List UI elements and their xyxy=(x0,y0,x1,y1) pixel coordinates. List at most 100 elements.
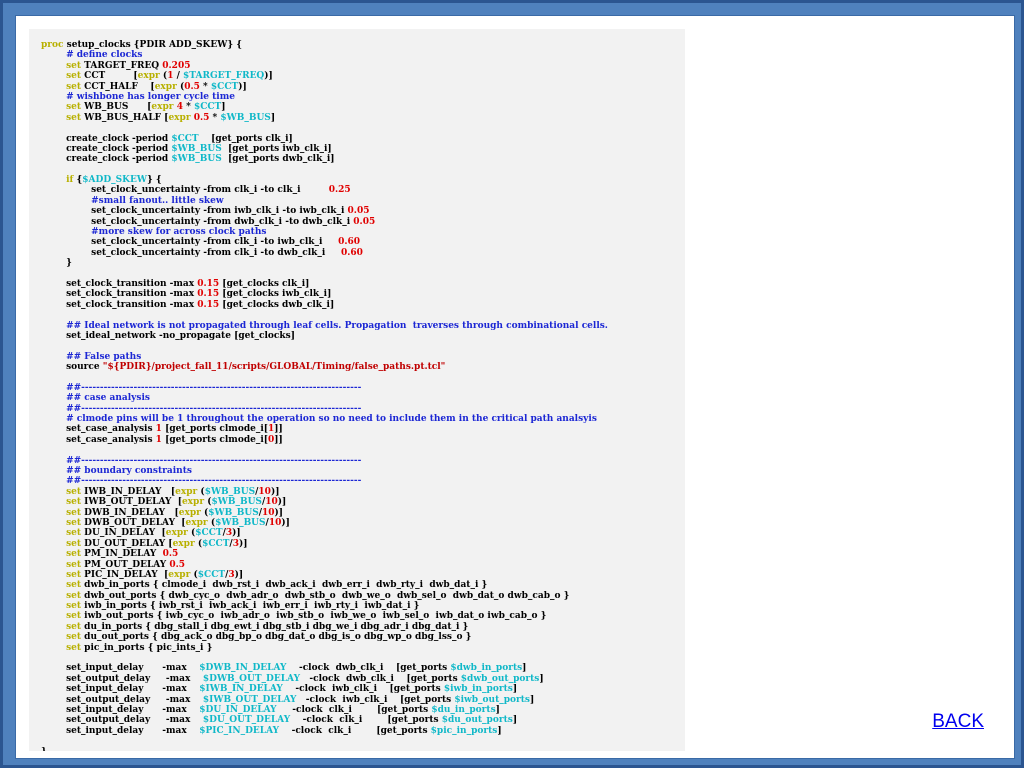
code-line: set_clock_uncertainty -from clk_i -to iw… xyxy=(41,237,608,247)
code-line: set_clock_uncertainty -from clk_i -to dw… xyxy=(41,248,608,258)
code-line: set_input_delay -max $DWB_IN_DELAY -cloc… xyxy=(41,663,608,673)
code-comment: ## False paths xyxy=(66,351,142,362)
code-number: 0.5 xyxy=(193,112,210,123)
code-text: PIC_IN_DELAY [ xyxy=(81,569,169,580)
code-keyword: expr xyxy=(168,112,191,123)
code-variable: $DU_IN_DELAY xyxy=(199,705,277,715)
code-variable: $CCT xyxy=(171,133,199,144)
code-text: TARGET_FREQ xyxy=(81,60,163,71)
code-text: )] xyxy=(264,71,273,82)
code-line: set_case_analysis 1 [get_ports clmode_i[… xyxy=(41,424,608,434)
code-line: set DWB_IN_DELAY [expr ($WB_BUS/10)] xyxy=(41,508,608,518)
code-text: CCT [ xyxy=(81,71,138,82)
code-line: set dwb_out_ports { dwb_cyc_o dwb_adr_o … xyxy=(41,591,608,601)
code-variable: $IWB_IN_DELAY xyxy=(199,684,283,695)
code-line: set_clock_transition -max 0.15 [get_cloc… xyxy=(41,289,608,299)
code-line: set_case_analysis 1 [get_ports clmode_i[… xyxy=(41,435,608,445)
code-text: [get_clocks clk_i] xyxy=(219,278,310,289)
code-comment: ## boundary constraints xyxy=(66,466,192,477)
code-line: set WB_BUS_HALF [expr 0.5 * $WB_BUS] xyxy=(41,113,608,123)
code-variable: $DWB_OUT_DELAY xyxy=(202,673,300,684)
code-text: iwb_in_ports { iwb_rst_i iwb_ack_i iwb_e… xyxy=(81,601,420,612)
code-text: )] xyxy=(232,528,241,539)
code-line: } xyxy=(41,747,608,751)
code-comment: #more skew for across clock paths xyxy=(91,227,267,238)
code-line: set_ideal_network -no_propagate [get_clo… xyxy=(41,331,608,341)
code-line: set_clock_uncertainty -from iwb_clk_i -t… xyxy=(41,206,608,216)
code-text: set_output_delay -max xyxy=(41,694,203,705)
code-variable: $dwb_in_ports xyxy=(450,663,523,674)
back-link[interactable]: BACK xyxy=(932,711,984,733)
code-text: -clock clk_i [get_ports xyxy=(279,725,431,736)
code-text: ( xyxy=(190,569,198,580)
code-line: set_clock_transition -max 0.15 [get_cloc… xyxy=(41,300,608,310)
code-text: -clock dwb_clk_i [get_ports xyxy=(286,663,451,674)
code-line: set_output_delay -max $IWB_OUT_DELAY -cl… xyxy=(41,695,608,705)
code-keyword: expr xyxy=(151,102,174,113)
code-text: -clock clk_i [get_ports xyxy=(276,705,432,715)
code-text: WB_BUS_HALF [ xyxy=(81,112,169,123)
code-keyword: set xyxy=(66,528,82,539)
code-variable: $pic_in_ports xyxy=(430,725,498,736)
code-text: create_clock -period xyxy=(41,143,172,154)
code-line: set pic_in_ports { pic_ints_i } xyxy=(41,643,608,653)
code-text: DWB_IN_DELAY [ xyxy=(81,507,179,518)
code-text: PM_IN_DELAY xyxy=(81,549,163,560)
slide-frame: proc setup_clocks {PDIR ADD_SKEW} { # de… xyxy=(0,0,1024,768)
code-keyword: set xyxy=(66,102,82,113)
code-keyword: set xyxy=(66,621,82,632)
code-number: 0.25 xyxy=(328,185,351,196)
code-number: 0.15 xyxy=(197,278,220,289)
code-text: dwb_in_ports { clmode_i dwb_rst_i dwb_ac… xyxy=(81,580,488,591)
code-line: set DU_IN_DELAY [expr ($CCT/3)] xyxy=(41,528,608,538)
code-keyword: set xyxy=(66,559,82,570)
code-text: DU_IN_DELAY [ xyxy=(81,528,166,539)
code-keyword: set xyxy=(66,580,82,591)
code-text: set_input_delay -max xyxy=(41,725,200,736)
code-text: ] xyxy=(221,102,226,113)
code-text: * xyxy=(182,102,194,113)
code-keyword: set xyxy=(66,112,82,123)
code-number: 0.5 xyxy=(162,549,179,560)
code-text: -clock iwb_clk_i [get_ports xyxy=(296,694,455,705)
code-variable: $CCT xyxy=(210,81,239,92)
code-text: setup_clocks {PDIR ADD_SKEW} { xyxy=(63,40,243,50)
code-comment: # wishbone has longer cycle time xyxy=(66,91,235,102)
code-keyword: set xyxy=(66,538,82,549)
code-keyword: set xyxy=(66,601,82,612)
code-comment: ## Ideal network is not propagated throu… xyxy=(66,320,608,331)
code-text: * xyxy=(209,112,221,123)
code-keyword: set xyxy=(66,497,82,508)
code-text: { xyxy=(73,175,83,186)
code-line: ##--------------------------------------… xyxy=(41,383,608,393)
code-text: set_clock_uncertainty -from clk_i -to iw… xyxy=(41,237,339,248)
code-keyword: expr xyxy=(181,497,205,508)
code-line: set PIC_IN_DELAY [expr ($CCT/3)] xyxy=(41,570,608,580)
code-text: WB_BUS [ xyxy=(81,102,152,113)
code-variable: $dwb_out_ports xyxy=(460,673,540,684)
code-line: set_input_delay -max $IWB_IN_DELAY -cloc… xyxy=(41,684,608,694)
code-variable: $iwb_out_ports xyxy=(454,694,530,705)
code-keyword: set xyxy=(66,590,82,601)
code-line: set IWB_OUT_DELAY [expr ($WB_BUS/10)] xyxy=(41,497,608,507)
code-text: set_clock_uncertainty -from clk_i -to dw… xyxy=(41,247,341,258)
code-line: set CCT_HALF [expr (0.5 * $CCT)] xyxy=(41,82,608,92)
